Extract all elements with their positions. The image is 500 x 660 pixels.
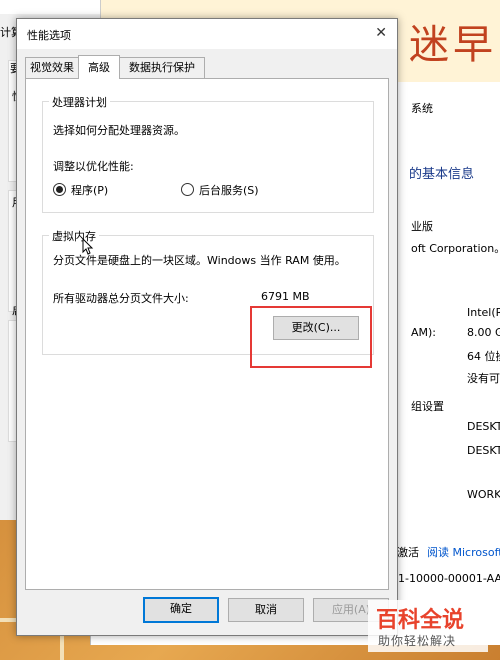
processor-scheduling-group: 处理器计划 选择如何分配处理器资源。 调整以优化性能: 程序(P) 后台服务(S… xyxy=(42,94,374,213)
bg-heading: 的基本信息 xyxy=(409,167,475,182)
watermark-title: 百科全说 xyxy=(376,608,465,633)
bg-text: oft Corporation。 xyxy=(411,242,500,255)
total-paging-label: 所有驱动器总分页文件大小: xyxy=(53,292,189,305)
processor-description: 选择如何分配处理器资源。 xyxy=(53,124,185,137)
bg-text: 业版 xyxy=(411,220,433,233)
bg-text: DESKT xyxy=(467,420,500,433)
close-icon[interactable]: ✕ xyxy=(375,25,387,41)
tab-visual-effects[interactable]: 视觉效果 xyxy=(25,57,79,78)
bg-text: 没有可 xyxy=(467,372,500,385)
dialog-title: 性能选项 xyxy=(27,29,71,42)
tab-advanced[interactable]: 高级 xyxy=(78,55,120,79)
bg-text: 激活 xyxy=(397,546,419,559)
bg-text: WORK xyxy=(467,488,500,501)
bg-text: DESKT xyxy=(467,444,500,457)
bg-title-bar xyxy=(0,0,100,14)
highlight-box xyxy=(250,306,372,368)
adjust-label: 调整以优化性能: xyxy=(53,160,134,173)
virtual-memory-description: 分页文件是硬盘上的一块区域。Windows 当作 RAM 使用。 xyxy=(53,254,346,267)
title-bar: 性能选项 ✕ xyxy=(17,19,397,49)
mouse-cursor-icon xyxy=(82,238,94,255)
watermark-subtitle: 助你轻松解决 xyxy=(378,634,457,648)
bg-text: 8.00 G xyxy=(467,326,500,339)
bg-text: 64 位操 xyxy=(467,350,500,363)
watermark-logo: 百科全说 助你轻松解决 xyxy=(368,600,488,652)
bg-text: 组设置 xyxy=(411,400,444,413)
bg-text: Intel(R xyxy=(467,306,500,319)
bg-text: 31-10000-00001-AA xyxy=(391,572,500,585)
programs-label[interactable]: 程序(P) xyxy=(71,182,108,198)
programs-radio[interactable] xyxy=(53,183,66,196)
bg-link[interactable]: 阅读 Microsoft xyxy=(427,544,500,560)
bg-text: 系统 xyxy=(411,102,433,115)
ok-button[interactable]: 确定 xyxy=(143,597,219,623)
background-services-label[interactable]: 后台服务(S) xyxy=(199,182,259,198)
bg-text: AM): xyxy=(411,326,437,339)
tab-data-execution-prevention[interactable]: 数据执行保护 xyxy=(119,57,205,78)
background-services-radio[interactable] xyxy=(181,183,194,196)
total-paging-value: 6791 MB xyxy=(261,290,310,303)
banner-text: 迷早 xyxy=(409,22,497,68)
cancel-button[interactable]: 取消 xyxy=(228,598,304,622)
group-title: 处理器计划 xyxy=(49,94,110,110)
